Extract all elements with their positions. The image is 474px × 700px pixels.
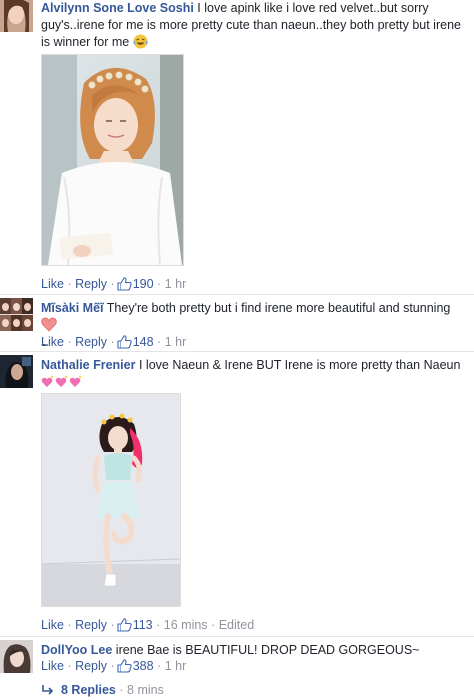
- reply-link[interactable]: Reply: [75, 659, 107, 673]
- separator-dot: ·: [157, 659, 162, 673]
- comment-actions: Like · Reply · 190 · 1 hr: [41, 276, 186, 296]
- thumbs-up-icon[interactable]: [117, 659, 132, 678]
- comment-time[interactable]: 1 hr: [165, 659, 187, 673]
- comment-text: irene Bae is BEAUTIFUL! DROP DEAD GORGEO…: [115, 643, 420, 657]
- like-count[interactable]: 190: [133, 277, 154, 291]
- like-link[interactable]: Like: [41, 618, 64, 632]
- like-count[interactable]: 113: [133, 618, 153, 632]
- separator-dot: ·: [110, 618, 115, 632]
- comment-author[interactable]: Nathalie Frenier: [41, 358, 135, 372]
- replies-time: 8 mins: [127, 683, 164, 697]
- comment-body: Nathalie Frenier I love Naeun & Irene BU…: [41, 357, 466, 394]
- like-count[interactable]: 388: [133, 659, 154, 673]
- separator-dot: ·: [67, 277, 72, 291]
- comment-3: Nathalie Frenier I love Naeun & Irene BU…: [0, 355, 474, 635]
- separator-dot: ·: [157, 335, 162, 349]
- comment-photo[interactable]: [41, 393, 181, 607]
- commenter-avatar[interactable]: [0, 355, 33, 388]
- separator-dot: ·: [67, 335, 72, 349]
- comment-body: Alvilynn Sone Love Soshi I love apink li…: [41, 0, 466, 54]
- like-count[interactable]: 148: [133, 335, 154, 349]
- separator-dot: ·: [157, 277, 162, 291]
- comment-divider: [0, 294, 474, 295]
- reply-arrow-icon: [41, 684, 55, 700]
- commenter-avatar[interactable]: [0, 640, 33, 673]
- reply-link[interactable]: Reply: [75, 277, 107, 291]
- comment-time[interactable]: 16 mins: [164, 618, 208, 632]
- comment-time[interactable]: 1 hr: [165, 277, 187, 291]
- comment-4: DollYoo Lee irene Bae is BEAUTIFUL! DROP…: [0, 640, 474, 680]
- separator-dot: ·: [156, 618, 161, 632]
- commenter-avatar[interactable]: [0, 0, 33, 32]
- like-link[interactable]: Like: [41, 659, 64, 673]
- comment-2: Mĩsàki Mẽĩ They're both pretty but i fin…: [0, 298, 474, 352]
- like-link[interactable]: Like: [41, 277, 64, 291]
- comment-1: Alvilynn Sone Love Soshi I love apink li…: [0, 0, 474, 294]
- reply-link[interactable]: Reply: [75, 335, 107, 349]
- separator-dot: ·: [211, 618, 216, 632]
- comment-author[interactable]: DollYoo Lee: [41, 643, 112, 657]
- edited-label[interactable]: Edited: [219, 618, 254, 632]
- comment-divider: [0, 636, 474, 637]
- sparkling-heart-emoji: [41, 375, 83, 394]
- comment-author[interactable]: Alvilynn Sone Love Soshi: [41, 1, 194, 15]
- separator-dot: ·: [110, 335, 115, 349]
- commenter-avatar[interactable]: [0, 298, 33, 331]
- separator-dot: ·: [110, 659, 115, 673]
- reply-link[interactable]: Reply: [75, 618, 107, 632]
- comment-text: I love Naeun & Irene BUT Irene is more p…: [138, 358, 461, 372]
- separator-dot: ·: [110, 277, 115, 291]
- comment-divider: [0, 351, 474, 352]
- laughing-face-emoji: [133, 34, 148, 54]
- separator-dot: ·: [67, 659, 72, 673]
- thumbs-up-icon[interactable]: [117, 618, 132, 637]
- comment-actions: Like · Reply · 113 · 16 mins · Edited: [41, 617, 254, 637]
- replies-link[interactable]: 8 Replies: [61, 683, 116, 697]
- comment-actions: Like · Reply · 388 · 1 hr: [41, 658, 186, 678]
- comment-author[interactable]: Mĩsàki Mẽĩ: [41, 301, 104, 315]
- comment-body: DollYoo Lee irene Bae is BEAUTIFUL! DROP…: [41, 642, 466, 659]
- separator-dot: ·: [119, 683, 124, 697]
- view-replies-row[interactable]: 8 Replies · 8 mins: [41, 682, 164, 700]
- comment-photo[interactable]: [41, 54, 184, 266]
- comment-text: They're both pretty but i find irene mor…: [106, 301, 451, 315]
- separator-dot: ·: [67, 618, 72, 632]
- comment-time[interactable]: 1 hr: [165, 335, 187, 349]
- like-link[interactable]: Like: [41, 335, 64, 349]
